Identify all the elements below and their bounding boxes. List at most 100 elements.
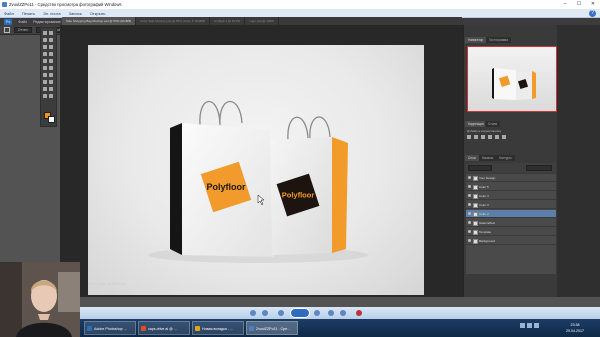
maximize-icon[interactable]: ☐ (572, 0, 586, 9)
navigator-thumbnail (492, 68, 536, 100)
history-brush-icon[interactable] (49, 59, 53, 63)
brightness-icon[interactable] (467, 135, 471, 139)
navigator-tab[interactable]: Навигатор (465, 37, 487, 43)
doc-tab-1[interactable]: Sale Shopping Bag Mockup.psd @ 50% (RGB/… (62, 17, 137, 25)
exposure-icon[interactable] (488, 135, 492, 139)
feather-field[interactable]: Оттен. (14, 27, 33, 33)
eyedropper-icon[interactable] (49, 45, 53, 49)
menu-print[interactable]: Печать (22, 11, 35, 16)
taskbar-item-browser[interactable]: caps.drive.ai @ ... (138, 321, 190, 335)
delete-icon[interactable] (356, 310, 362, 316)
add-adjustment-label: Добавить корректировку (467, 129, 502, 133)
help-icon[interactable]: ? (589, 10, 596, 17)
menu-open[interactable]: Открыть (90, 11, 106, 16)
lasso-tool-icon[interactable] (43, 38, 47, 42)
menu-email[interactable]: Эл. почта (43, 11, 61, 16)
pen-tool-icon[interactable] (43, 80, 47, 84)
layer-row[interactable]: Color 3 (466, 201, 556, 209)
layer-row-selected[interactable]: Color 2 (466, 210, 556, 218)
layer-row[interactable]: Your Design (466, 174, 556, 182)
document-canvas[interactable]: Polyfloor Polyfloor (88, 45, 424, 295)
opacity-field[interactable] (526, 165, 552, 171)
eye-icon[interactable] (468, 185, 471, 188)
marquee-tool-icon[interactable] (4, 27, 10, 33)
previous-icon[interactable] (278, 310, 284, 316)
zoom-icon[interactable] (250, 310, 256, 316)
brush-tool-icon[interactable] (49, 52, 53, 56)
marquee-tool-icon[interactable] (49, 31, 53, 35)
doc-tab-4[interactable]: Logo.psd @ 100% (245, 17, 279, 25)
type-tool-icon[interactable] (49, 80, 53, 84)
layer-row[interactable]: Color 4 (466, 192, 556, 200)
levels-icon[interactable] (474, 135, 478, 139)
hand-tool-icon[interactable] (43, 94, 47, 98)
blur-tool-icon[interactable] (43, 73, 47, 77)
doc-tab-2[interactable]: Color Sale Mockup.psd @ 50% (Color 5, RG… (136, 17, 211, 25)
crop-tool-icon[interactable] (43, 45, 47, 49)
shape-tool-icon[interactable] (49, 87, 53, 91)
ps-logo: Ps (4, 19, 13, 25)
minimize-icon[interactable]: – (558, 0, 572, 9)
taskbar-label: Adobe Photoshop ... (94, 327, 127, 331)
vibrance-icon[interactable] (495, 135, 499, 139)
language-icon[interactable] (534, 323, 539, 328)
adjustments-tab[interactable]: Коррекция (465, 121, 487, 127)
taskbar-item-photoshop[interactable]: Adobe Photoshop ... (84, 321, 136, 335)
eye-icon[interactable] (468, 194, 471, 197)
eye-icon[interactable] (468, 212, 471, 215)
path-select-icon[interactable] (43, 87, 47, 91)
gradient-tool-icon[interactable] (49, 66, 53, 70)
magic-wand-icon[interactable] (49, 38, 53, 42)
layer-thumbnail (473, 184, 478, 190)
healing-brush-icon[interactable] (43, 52, 47, 56)
photo-viewer-icon (249, 326, 254, 331)
blend-mode-select[interactable] (468, 165, 492, 171)
rotate-left-icon[interactable] (328, 310, 334, 316)
rotate-right-icon[interactable] (340, 310, 346, 316)
curves-icon[interactable] (481, 135, 485, 139)
layer-filters (466, 163, 556, 173)
doc-tab-3[interactable]: Untitled-1 @ 33.3% (210, 17, 246, 25)
clock[interactable]: 23:38 29.04.2017 (552, 320, 598, 336)
close-icon[interactable]: ✕ (586, 0, 600, 9)
eye-icon[interactable] (468, 176, 471, 179)
layer-row[interactable]: Glass Effect (466, 219, 556, 227)
dodge-tool-icon[interactable] (49, 73, 53, 77)
hue-icon[interactable] (502, 135, 506, 139)
eye-icon[interactable] (468, 239, 471, 242)
navigator-preview[interactable] (467, 46, 557, 112)
ps-menu-edit[interactable]: Редактирование (33, 18, 60, 26)
actual-size-icon[interactable] (262, 310, 268, 316)
window-controls: – ☐ ✕ (558, 0, 600, 9)
menu-file[interactable]: Файл (4, 11, 14, 16)
background-color-swatch[interactable] (48, 116, 55, 123)
eraser-tool-icon[interactable] (43, 66, 47, 70)
channels-tab[interactable]: Каналы (479, 155, 497, 161)
browser-icon (195, 326, 200, 331)
volume-icon[interactable] (527, 323, 532, 328)
layer-row[interactable]: Background (466, 237, 556, 245)
ps-menu-file[interactable]: Файл (18, 18, 27, 26)
layer-row[interactable]: Color 5 (466, 183, 556, 191)
next-icon[interactable] (314, 310, 320, 316)
zoom-tool-icon[interactable] (49, 94, 53, 98)
layer-name: Your Design (479, 176, 496, 180)
viewer-title: ZvuulZZPo11 - Средство просмотра фотогра… (9, 2, 122, 7)
clone-stamp-icon[interactable] (43, 59, 47, 63)
eye-icon[interactable] (468, 221, 471, 224)
network-icon[interactable] (520, 323, 525, 328)
move-tool-icon[interactable] (43, 31, 47, 35)
slideshow-button[interactable] (290, 308, 310, 318)
taskbar-item-viewer[interactable]: ZvuulZZPo11 - Сре... (246, 321, 298, 335)
menu-burn[interactable]: Запись (69, 11, 82, 16)
histogram-tab[interactable]: Гистограмма (486, 37, 511, 43)
eye-icon[interactable] (468, 203, 471, 206)
paths-tab[interactable]: Контуры (496, 155, 515, 161)
taskbar-item-newtab[interactable]: Новая вкладка - ... (192, 321, 244, 335)
eye-icon[interactable] (468, 230, 471, 233)
styles-tab[interactable]: Стили (485, 121, 501, 127)
layers-tab[interactable]: Слои (465, 155, 479, 161)
screen: ZvuulZZPo11 - Средство просмотра фотогра… (0, 0, 600, 337)
layer-row[interactable]: Template (466, 228, 556, 236)
layer-name: Glass Effect (479, 221, 496, 225)
